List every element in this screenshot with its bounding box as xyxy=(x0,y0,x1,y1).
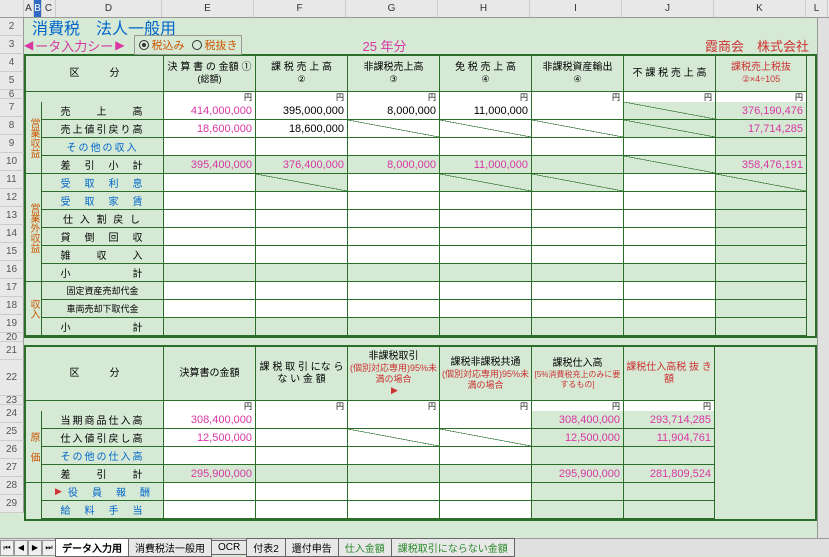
tab-data-input[interactable]: データ入力用 xyxy=(55,538,129,557)
vcat-shunyu: 収入 xyxy=(26,282,42,336)
hdr-hikazei: 非課税売上高③ xyxy=(348,56,440,92)
hdr-kessan: 決 算 書 の 金額 ①(総額) xyxy=(164,56,256,92)
hdr-kazei: 課 税 売 上 高② xyxy=(256,56,348,92)
tab-kazei[interactable]: 課税取引にならない金額 xyxy=(391,538,515,557)
hdr-shisan: 非課税資産輸出④ xyxy=(532,56,624,92)
hdr-kubun: 区 分 xyxy=(26,56,164,92)
radio-excl-icon[interactable] xyxy=(192,40,202,50)
vcat-eigyou: 営業収益 xyxy=(26,102,42,174)
cell[interactable]: 414,000,000 xyxy=(164,102,256,120)
hdr-fukazei: 不 課 税 売 上 高 xyxy=(624,56,716,92)
sheet-subtitle: ータ入力シー xyxy=(35,36,113,55)
row-uriage: 売 上 高 xyxy=(42,102,164,120)
scrollbar-vertical[interactable] xyxy=(817,18,829,538)
tab-kanpu[interactable]: 還付申告 xyxy=(285,538,339,557)
tab-shiire[interactable]: 仕入金額 xyxy=(338,538,392,557)
hdr-menzei: 免 税 売 上 高④ xyxy=(440,56,532,92)
sheet-tabs: ⏮ ◀ ▶ ⏭ データ入力用 消費税法一般用 OCR 付表2 還付申告 仕入金額… xyxy=(0,538,829,556)
tab-fuhyo[interactable]: 付表2 xyxy=(246,538,286,557)
main-grid: 区 分 決 算 書 の 金額 ①(総額) 課 税 売 上 高② 非課税売上高③ … xyxy=(24,54,817,338)
second-grid: 区 分 決算書の金額 課 税 取 引 にな ら な い 金 額 非課税取引(個別… xyxy=(24,347,817,521)
worksheet[interactable]: 消費税 法人一般用 ◀ ータ入力シー ▶ 税込み 税抜き 25 年分 霞商会 株… xyxy=(24,18,817,538)
triangle-icon: ▶ xyxy=(351,385,438,396)
vcat-genka: 原 価 xyxy=(26,411,42,483)
tab-nav-first[interactable]: ⏮ xyxy=(0,540,14,556)
year-label: 25 年分 xyxy=(362,36,406,55)
tab-shouhi[interactable]: 消費税法一般用 xyxy=(128,538,212,557)
radio-incl-icon[interactable] xyxy=(139,40,149,50)
row-headers: 23 45 6 78 910 1112 1314 1516 1718 19 20… xyxy=(0,18,24,513)
tab-nav-next[interactable]: ▶ xyxy=(28,540,42,556)
hdr-kouzei: 課税売上税抜②×4÷105 xyxy=(716,56,807,92)
tab-nav-last[interactable]: ⏭ xyxy=(42,540,56,556)
company-name: 霞商会 株式会社 xyxy=(705,36,809,55)
tax-mode-radio[interactable]: 税込み 税抜き xyxy=(134,35,242,55)
tab-nav-prev[interactable]: ◀ xyxy=(14,540,28,556)
arrow-right-icon: ▶ xyxy=(115,38,124,52)
arrow-left-icon: ◀ xyxy=(24,38,33,52)
tab-ocr[interactable]: OCR xyxy=(211,540,247,555)
vcat-eigyougai: 営業外収益 xyxy=(26,174,42,282)
